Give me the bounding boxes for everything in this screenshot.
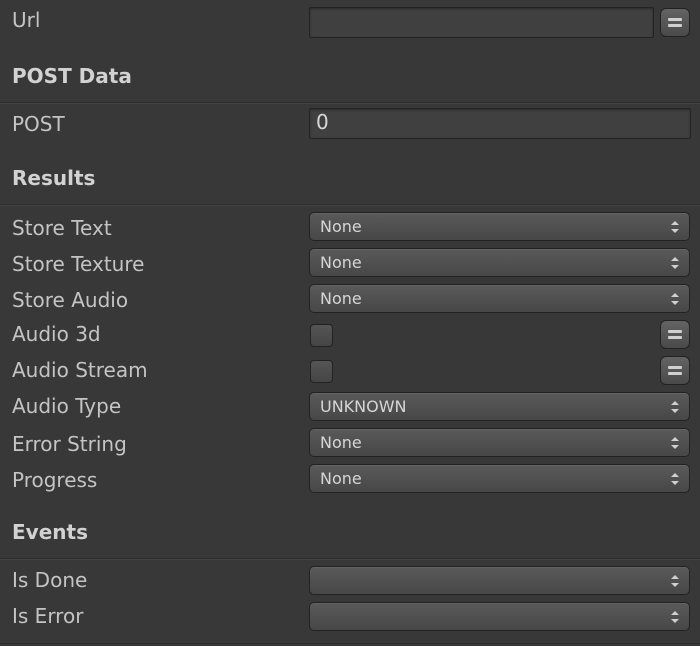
post-input[interactable]: 0 — [309, 108, 691, 139]
divider — [0, 103, 700, 104]
post-label: POST — [12, 112, 65, 136]
updown-arrows-icon — [671, 401, 679, 413]
divider — [0, 559, 700, 560]
error-string-dropdown[interactable]: None — [309, 428, 690, 457]
error-string-label: Error String — [12, 432, 127, 456]
audio-type-label: Audio Type — [12, 394, 122, 418]
error-string-value: None — [320, 433, 362, 452]
store-texture-value: None — [320, 253, 362, 272]
store-audio-dropdown[interactable]: None — [309, 284, 690, 313]
events-header: Events — [12, 520, 88, 544]
progress-label: Progress — [12, 468, 98, 492]
url-input[interactable] — [309, 7, 654, 38]
audio-type-dropdown[interactable]: UNKNOWN — [309, 392, 690, 421]
is-error-dropdown[interactable] — [309, 602, 690, 631]
store-audio-value: None — [320, 289, 362, 308]
is-error-label: Is Error — [12, 604, 84, 628]
post-data-header: POST Data — [12, 64, 132, 88]
results-header: Results — [12, 166, 96, 190]
audio-3d-label: Audio 3d — [12, 322, 101, 346]
updown-arrows-icon — [671, 473, 679, 485]
updown-arrows-icon — [671, 257, 679, 269]
is-done-dropdown[interactable] — [309, 566, 690, 595]
updown-arrows-icon — [671, 575, 679, 587]
audio-3d-checkbox[interactable] — [310, 324, 333, 347]
store-texture-label: Store Texture — [12, 252, 145, 276]
store-texture-dropdown[interactable]: None — [309, 248, 690, 277]
updown-arrows-icon — [671, 611, 679, 623]
updown-arrows-icon — [671, 437, 679, 449]
progress-value: None — [320, 469, 362, 488]
divider — [0, 205, 700, 206]
audio-stream-checkbox[interactable] — [310, 360, 333, 383]
audio-3d-variable-toggle-button[interactable] — [660, 320, 690, 349]
updown-arrows-icon — [671, 293, 679, 305]
is-done-label: Is Done — [12, 568, 88, 592]
audio-type-value: UNKNOWN — [320, 397, 407, 416]
url-variable-toggle-button[interactable] — [660, 8, 690, 37]
audio-stream-label: Audio Stream — [12, 358, 148, 382]
divider — [0, 643, 700, 644]
updown-arrows-icon — [671, 221, 679, 233]
store-text-label: Store Text — [12, 216, 112, 240]
store-audio-label: Store Audio — [12, 288, 129, 312]
store-text-value: None — [320, 217, 362, 236]
store-text-dropdown[interactable]: None — [309, 212, 690, 241]
progress-dropdown[interactable]: None — [309, 464, 690, 493]
url-label: Url — [12, 8, 41, 32]
audio-stream-variable-toggle-button[interactable] — [660, 356, 690, 385]
